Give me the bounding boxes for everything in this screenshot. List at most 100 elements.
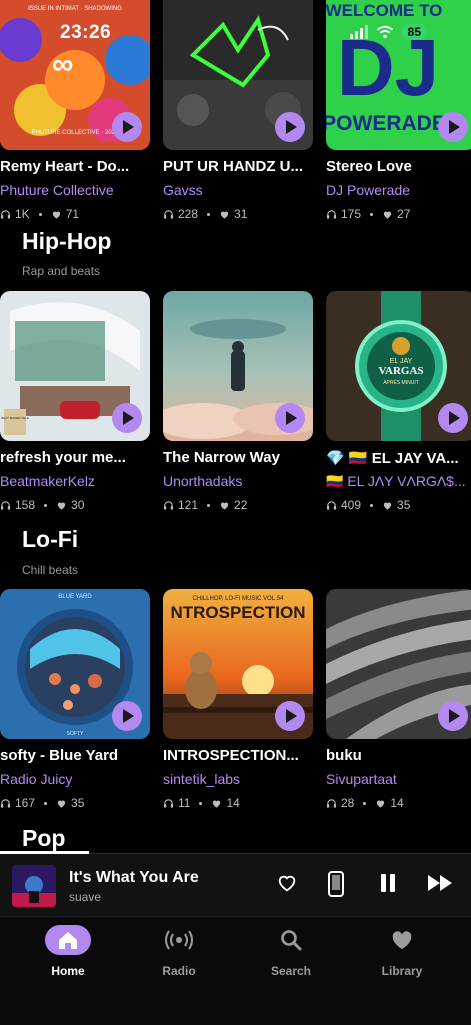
wifi-icon xyxy=(376,25,393,39)
svg-text:∞: ∞ xyxy=(52,48,73,81)
art-caption: PHUTURE COLLECTIVE · 2026 xyxy=(32,130,119,136)
mini-player[interactable]: It's What You Are suave xyxy=(0,851,471,917)
track-card[interactable]: buku Sivupartaat 28 14 xyxy=(326,589,471,810)
track-artist[interactable]: Radio Juicy xyxy=(0,771,152,787)
section-title-lo-fi[interactable]: Lo-Fi xyxy=(22,526,78,553)
now-playing-artist[interactable]: suave xyxy=(69,890,101,904)
tab-label: Home xyxy=(51,964,85,978)
section-title-hip-hop[interactable]: Hip-Hop xyxy=(22,228,111,255)
track-title[interactable]: Remy Heart - Do... xyxy=(0,158,152,175)
section-title-pop[interactable]: Pop xyxy=(22,825,65,852)
section-subtitle: Chill beats xyxy=(22,563,79,577)
play-button[interactable] xyxy=(112,112,142,142)
now-playing-title[interactable]: It's What You Are xyxy=(69,869,199,887)
headphones-icon xyxy=(326,798,337,808)
track-title[interactable]: The Narrow Way xyxy=(163,449,315,466)
play-button[interactable] xyxy=(112,701,142,731)
like-count: 31 xyxy=(234,207,248,221)
track-title[interactable]: buku xyxy=(326,747,471,764)
tab-label: Radio xyxy=(162,964,196,978)
play-button[interactable] xyxy=(275,112,305,142)
art-caption: ISSUE IN INTIMAT · SHADOWING xyxy=(28,6,122,12)
track-card[interactable]: CHILLHOP, LO-FI MUSIC VOL.54 NTROSPECTIO… xyxy=(163,589,313,810)
track-artist[interactable]: 🇨🇴 EL JΛY VΛRGΛ$... xyxy=(326,473,471,490)
cover-art-refresh-your-mind[interactable]: BEAT MAKER KELZ xyxy=(0,291,150,441)
track-stats: 158 30 xyxy=(0,498,84,512)
track-artist[interactable]: Phuture Collective xyxy=(0,182,152,198)
art-caption: BEAT MAKER KELZ xyxy=(1,416,29,420)
art-caption: VARGAS xyxy=(378,365,423,377)
headphones-icon xyxy=(326,500,337,510)
heart-icon xyxy=(220,502,229,510)
like-count: 35 xyxy=(71,796,85,810)
art-caption: SOFTY xyxy=(67,731,84,737)
track-title[interactable]: INTROSPECTION... xyxy=(163,747,315,764)
like-count: 35 xyxy=(397,498,411,512)
section-row-hip-hop: BEAT MAKER KELZ refresh your me... Beatm… xyxy=(0,291,471,516)
headphones-icon xyxy=(0,209,11,219)
like-count: 27 xyxy=(397,207,411,221)
heart-icon xyxy=(220,211,229,219)
like-count: 22 xyxy=(234,498,248,512)
signal-icon xyxy=(349,25,368,39)
play-count: 121 xyxy=(178,498,199,512)
track-artist[interactable]: Gavss xyxy=(163,182,315,198)
track-card[interactable]: EL JAY VARGAS APRÈS MINUIT 💎 🇨🇴 EL JAY V… xyxy=(326,291,471,512)
play-button[interactable] xyxy=(112,403,142,433)
art-caption: CHILLHOP, LO-FI MUSIC VOL.54 xyxy=(193,596,285,602)
tab-library[interactable]: Library xyxy=(357,925,447,978)
play-button[interactable] xyxy=(275,701,305,731)
headphones-icon xyxy=(0,500,11,510)
track-title[interactable]: softy - Blue Yard xyxy=(0,747,152,764)
cover-art-introspection[interactable]: CHILLHOP, LO-FI MUSIC VOL.54 NTROSPECTIO… xyxy=(163,589,313,739)
next-track-icon[interactable] xyxy=(426,872,456,894)
status-time: 23:26 xyxy=(60,22,112,43)
pause-icon[interactable] xyxy=(378,872,398,894)
art-caption: APRÈS MINUIT xyxy=(383,379,419,386)
like-heart-icon[interactable] xyxy=(276,872,298,894)
playback-progress[interactable] xyxy=(0,851,90,854)
play-count: 28 xyxy=(341,796,355,810)
track-card[interactable]: BLUE YARD SOFTY softy - Blue Yard Radio … xyxy=(0,589,150,810)
track-artist[interactable]: Unorthadaks xyxy=(163,473,315,489)
track-artist[interactable]: sintetik_labs xyxy=(163,771,315,787)
track-stats: 11 14 xyxy=(163,796,240,810)
track-title[interactable]: Stereo Love xyxy=(326,158,471,175)
search-icon xyxy=(268,925,314,955)
track-artist[interactable]: Sivupartaat xyxy=(326,771,471,787)
heart-icon xyxy=(57,800,66,808)
heart-icon xyxy=(379,925,425,955)
art-caption: BLUE YARD xyxy=(58,594,92,600)
track-title[interactable]: 💎 🇨🇴 EL JAY VA... xyxy=(326,449,471,467)
track-artist[interactable]: DJ Powerade xyxy=(326,182,471,198)
home-feed[interactable]: ∞ ISSUE IN INTIMAT · SHADOWING PHUTURE C… xyxy=(0,0,471,853)
status-bar: 23:26 85 xyxy=(0,22,471,46)
now-playing-artwork[interactable] xyxy=(12,865,56,907)
cover-art-el-jay-vargas[interactable]: EL JAY VARGAS APRÈS MINUIT xyxy=(326,291,471,441)
cover-art-softy-blue-yard[interactable]: BLUE YARD SOFTY xyxy=(0,589,150,739)
tab-search[interactable]: Search xyxy=(246,925,336,978)
tab-home[interactable]: Home xyxy=(23,925,113,978)
track-title[interactable]: PUT UR HANDZ U... xyxy=(163,158,315,175)
play-count: 11 xyxy=(178,796,191,810)
play-button[interactable] xyxy=(438,701,468,731)
like-count: 71 xyxy=(65,207,80,221)
headphones-icon xyxy=(326,209,337,219)
tab-radio[interactable]: Radio xyxy=(134,925,224,978)
art-caption: EL JAY xyxy=(390,358,413,365)
track-card[interactable]: The Narrow Way Unorthadaks 121 22 xyxy=(163,291,313,512)
play-button[interactable] xyxy=(438,112,468,142)
heart-icon xyxy=(52,211,60,219)
track-title[interactable]: refresh your me... xyxy=(0,449,152,466)
tab-label: Library xyxy=(381,964,423,978)
cover-art-buku[interactable] xyxy=(326,589,471,739)
heart-icon xyxy=(383,211,392,219)
cover-art-the-narrow-way[interactable] xyxy=(163,291,313,441)
play-button[interactable] xyxy=(438,403,468,433)
track-stats: 167 35 xyxy=(0,796,84,810)
play-button[interactable] xyxy=(275,403,305,433)
device-icon[interactable] xyxy=(327,871,345,897)
track-artist[interactable]: BeatmakerKelz xyxy=(0,473,152,489)
track-card[interactable]: BEAT MAKER KELZ refresh your me... Beatm… xyxy=(0,291,150,512)
battery-level: 85 xyxy=(401,24,427,40)
